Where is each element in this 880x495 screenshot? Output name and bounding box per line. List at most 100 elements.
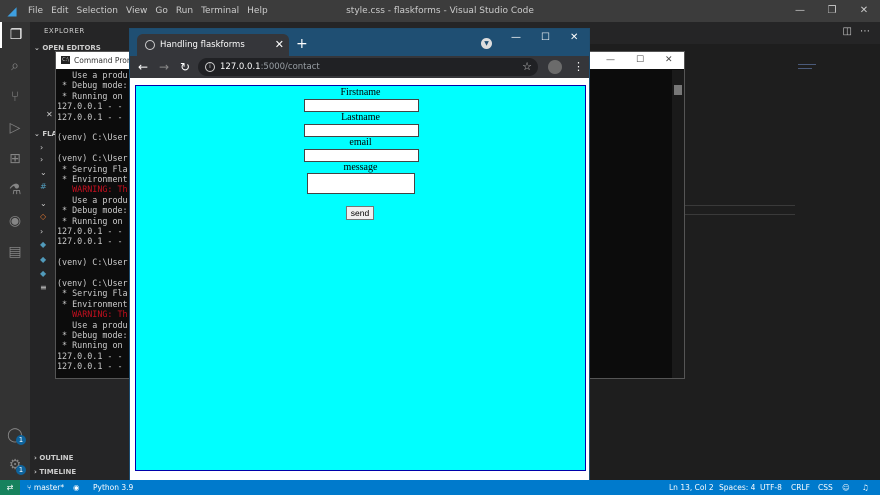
css-file-icon[interactable]: #	[40, 182, 47, 191]
new-tab-plus-icon[interactable]: +	[296, 36, 308, 52]
vscode-restore-icon[interactable]: ❐	[816, 0, 848, 22]
vscode-close-icon[interactable]: ✕	[848, 0, 880, 22]
cmd-output-line: * Debug mode:	[57, 330, 128, 340]
html-file-icon[interactable]: ◇	[40, 212, 46, 221]
testing-flask-icon[interactable]: ⚗	[0, 177, 30, 203]
extensions-icon[interactable]: ⊞	[0, 146, 30, 172]
email-input[interactable]	[304, 149, 419, 162]
send-button[interactable]: send	[346, 206, 374, 220]
cmd-close-icon[interactable]: ✕	[665, 52, 673, 69]
menu-edit[interactable]: Edit	[47, 0, 72, 22]
minimap[interactable]	[798, 64, 816, 65]
menu-help[interactable]: Help	[243, 0, 272, 22]
docker-icon[interactable]: ▤	[0, 239, 30, 265]
bookmark-star-icon[interactable]: ☆	[522, 58, 532, 76]
site-info-icon[interactable]: i	[205, 62, 215, 72]
cmd-output-line: * Debug mode:	[57, 80, 128, 91]
python-interpreter-status[interactable]: Python 3.9	[93, 480, 133, 495]
message-textarea[interactable]	[307, 173, 415, 194]
menu-view[interactable]: View	[122, 0, 151, 22]
vscode-window-controls: — ❐ ✕	[784, 0, 880, 22]
cmd-output-line: * Environment	[57, 298, 128, 309]
cmd-scrollbar[interactable]	[672, 70, 684, 378]
remote-indicator-icon[interactable]: ⇄	[0, 480, 20, 495]
profile-avatar[interactable]	[548, 60, 562, 74]
source-control-icon[interactable]: ⑂	[0, 84, 30, 110]
menu-run[interactable]: Run	[172, 0, 197, 22]
python-file-icon[interactable]: ◆	[40, 269, 46, 278]
tree-chevron-icon[interactable]: ›	[40, 143, 43, 152]
tree-chevron-icon[interactable]: ⌄	[40, 168, 47, 177]
accounts-badge: 1	[16, 435, 26, 445]
text-file-icon[interactable]: ≡	[40, 283, 47, 292]
address-bar[interactable]: i 127.0.0.1:5000/contact ☆	[198, 58, 538, 76]
menu-terminal[interactable]: Terminal	[197, 0, 243, 22]
cmd-output-line: * Running on	[57, 340, 123, 351]
github-icon[interactable]: ◉	[0, 208, 30, 234]
accounts-icon[interactable]: ◯ 1	[0, 422, 30, 448]
chrome-close-icon[interactable]: ✕	[570, 30, 578, 46]
url-text[interactable]: 127.0.0.1:5000/contact	[220, 58, 320, 76]
chrome-minimize-icon[interactable]: —	[511, 30, 521, 46]
menu-go[interactable]: Go	[151, 0, 171, 22]
explorer-files-icon[interactable]: ❐	[0, 22, 30, 48]
tree-chevron-icon[interactable]: ›	[40, 155, 43, 164]
tree-chevron-icon[interactable]: ⌄	[40, 199, 47, 208]
cmd-minimize-icon[interactable]: —	[606, 52, 615, 69]
message-label: message	[343, 162, 378, 173]
tree-chevron-icon[interactable]: ›	[40, 227, 43, 236]
outline-section[interactable]: › OUTLINE	[34, 454, 73, 462]
cmd-output-line: (venv) C:\User	[57, 278, 128, 288]
search-icon[interactable]: ⌕	[0, 53, 30, 79]
cmd-output-line: (venv) C:\User	[57, 132, 128, 143]
tab-close-icon[interactable]: ✕	[275, 34, 284, 56]
firstname-label: Firstname	[340, 87, 381, 98]
settings-badge: 1	[16, 465, 26, 475]
menu-selection[interactable]: Selection	[73, 0, 122, 22]
vscode-menubar: File Edit Selection View Go Run Terminal…	[24, 0, 272, 22]
cmd-maximize-icon[interactable]: ☐	[636, 52, 644, 69]
cmd-output-line: Use a produ	[57, 194, 128, 205]
cmd-output-line: WARNING: Th	[57, 309, 128, 320]
forward-arrow-icon[interactable]: →	[159, 56, 169, 78]
chrome-tab-active[interactable]: Handling flaskforms ✕	[137, 34, 289, 56]
cmd-app-icon: C:\	[61, 56, 70, 64]
kebab-menu-icon[interactable]: ⋮	[573, 56, 584, 78]
run-debug-icon[interactable]: ▷	[0, 115, 30, 141]
cmd-scroll-thumb[interactable]	[674, 85, 682, 95]
more-actions-icon[interactable]: ⋯	[860, 26, 870, 37]
feedback-icon[interactable]: ☺	[842, 480, 850, 495]
cmd-output-line: * Debug mode:	[57, 205, 128, 216]
sync-eye-icon[interactable]: ◉	[73, 480, 80, 495]
split-editor-icon[interactable]: ◫	[843, 26, 852, 37]
git-branch-status[interactable]: ⑂ master*	[27, 480, 64, 495]
python-file-icon[interactable]: ◆	[40, 255, 46, 264]
url-path: :5000/contact	[260, 62, 320, 72]
tab-search-chevron-down-icon[interactable]: ▼	[481, 38, 492, 49]
page-viewport: Firstname Lastname email message send	[130, 78, 589, 494]
cursor-position-status[interactable]: Ln 13, Col 2	[669, 480, 714, 495]
menu-file[interactable]: File	[24, 0, 47, 22]
folder-section[interactable]: ⌄ FLA	[34, 130, 57, 138]
vscode-logo-icon: ◢	[7, 4, 17, 18]
back-arrow-icon[interactable]: ←	[138, 56, 148, 78]
timeline-section[interactable]: › TIMELINE	[34, 468, 76, 476]
reload-icon[interactable]: ↻	[180, 56, 190, 78]
chrome-maximize-icon[interactable]: ☐	[541, 30, 550, 46]
minimap[interactable]	[798, 68, 812, 69]
settings-gear-icon[interactable]: ⚙ 1	[0, 452, 30, 478]
lastname-input[interactable]	[304, 124, 419, 137]
indentation-status[interactable]: Spaces: 4	[719, 480, 755, 495]
close-editor-icon[interactable]: ✕	[46, 110, 53, 119]
eol-status[interactable]: CRLF	[791, 480, 810, 495]
cmd-title: Command Prom	[74, 56, 135, 65]
vscode-minimize-icon[interactable]: —	[784, 0, 816, 22]
language-mode-status[interactable]: CSS	[818, 480, 833, 495]
firstname-input[interactable]	[304, 99, 419, 112]
cmd-output-line: Use a produ	[57, 70, 128, 80]
chrome-toolbar: ← → ↻ i 127.0.0.1:5000/contact ☆ ⋮	[130, 56, 589, 78]
python-file-icon[interactable]: ◆	[40, 240, 46, 249]
encoding-status[interactable]: UTF-8	[760, 480, 782, 495]
url-host: 127.0.0.1	[220, 62, 261, 72]
notifications-bell-icon[interactable]: ♫	[862, 480, 869, 495]
